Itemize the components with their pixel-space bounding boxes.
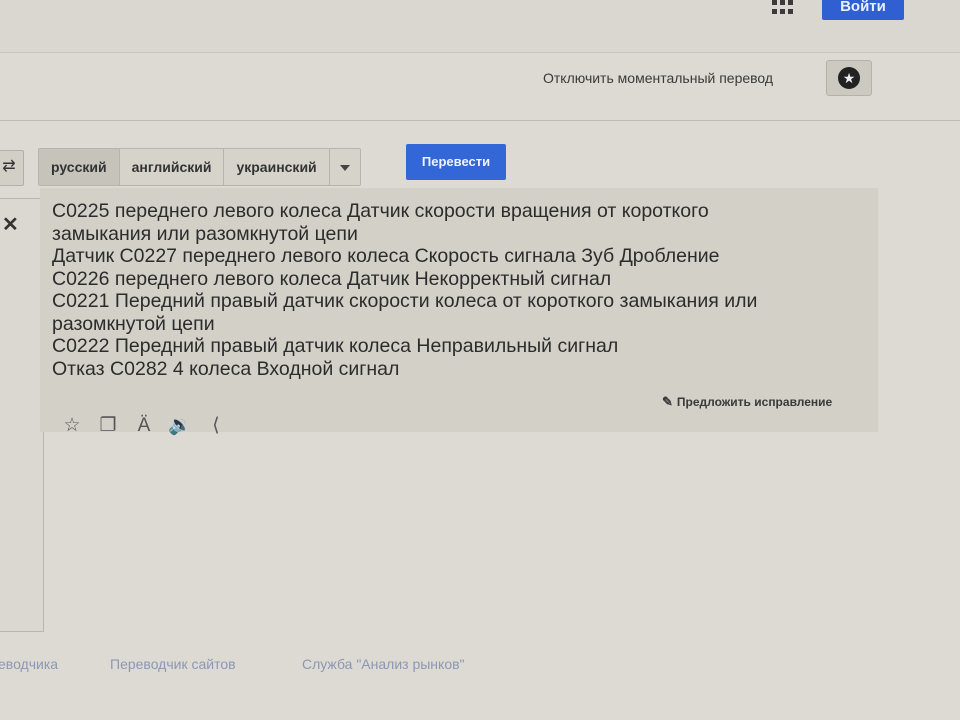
share-icon[interactable]: ⟨ [204,414,228,438]
source-text-pane[interactable] [0,198,44,632]
translation-result-text: C0225 переднего левого колеса Датчик ско… [52,200,872,380]
target-language-selector: русский английский украинский [38,148,361,186]
result-line: Датчик C0227 переднего левого колеса Ско… [52,245,720,267]
phrasebook-button[interactable]: ★ [826,60,872,96]
result-line: C0222 Передний правый датчик колеса Непр… [52,335,619,357]
result-line: C0226 переднего левого колеса Датчик Нек… [52,267,612,290]
lang-tab-ukrainian[interactable]: украинский [224,149,330,185]
result-actions: ☆ ❐ Ä 🔉 ⟨ [60,414,228,438]
footer-link-translator[interactable]: еводчика [0,656,58,672]
pencil-icon: ✎ [662,394,673,409]
top-bar: Войти [0,0,960,53]
translate-button[interactable]: Перевести [406,144,506,180]
copy-icon[interactable]: ❐ [96,414,120,438]
transliterate-icon[interactable]: Ä [132,414,156,438]
footer-link-market-analysis[interactable]: Служба "Анализ рынков" [302,656,465,672]
chevron-down-icon [339,165,350,171]
suggest-edit-link[interactable]: ✎ Предложить исправление [662,394,832,410]
swap-arrows-icon: ⇄ [2,158,16,175]
footer-link-website-translator[interactable]: Переводчик сайтов [110,656,236,672]
language-dropdown[interactable] [330,149,360,185]
lang-tab-english[interactable]: английский [120,149,225,185]
divider [0,120,960,121]
star-outline-icon[interactable]: ☆ [60,414,84,438]
speaker-icon[interactable]: 🔉 [168,414,192,438]
result-line: Отказ C0282 4 колеса Входной сигнал [52,357,400,380]
result-line: замыкания или разомкнутой цепи [52,222,358,245]
suggest-edit-label: Предложить исправление [676,395,833,409]
result-line: C0225 переднего левого колеса Датчик ско… [52,200,709,222]
login-button[interactable]: Войти [822,0,904,20]
result-line: C0221 Передний правый датчик скорости ко… [52,290,758,312]
star-icon: ★ [838,67,860,89]
clear-source-icon[interactable]: ✕ [2,212,19,237]
swap-languages-button[interactable]: ⇄ [0,150,24,186]
lang-tab-russian[interactable]: русский [39,149,120,185]
instant-translate-toggle-link[interactable]: Отключить моментальный перевод [543,70,773,86]
apps-grid-icon[interactable] [772,0,794,14]
result-line: разомкнутой цепи [52,312,215,335]
